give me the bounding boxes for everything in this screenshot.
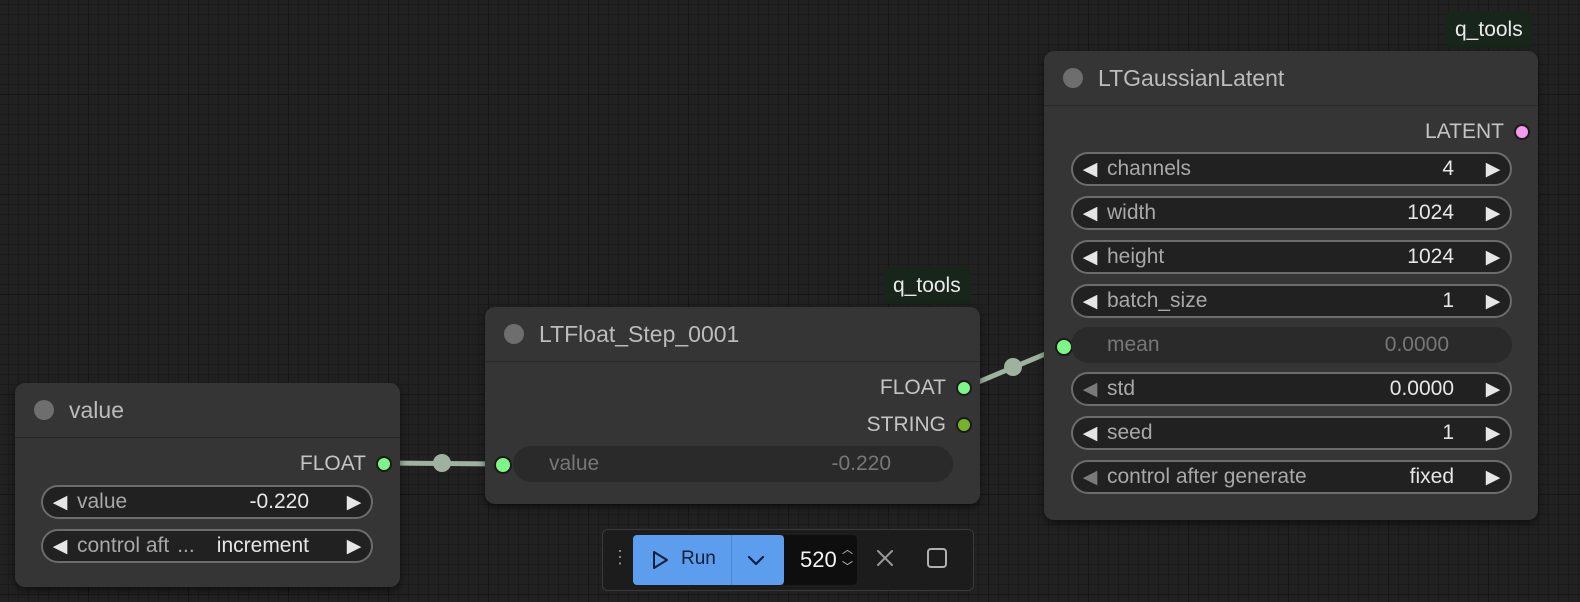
widget-value-text[interactable]: 1	[1442, 421, 1476, 445]
decrement-arrow-icon[interactable]: ◀	[1073, 378, 1107, 401]
widget-label: control aft	[77, 534, 170, 557]
widget-label: batch_size	[1107, 289, 1208, 312]
output-label: STRING	[866, 413, 946, 436]
widget-value-text[interactable]: 4	[1442, 157, 1476, 181]
run-button[interactable]: Run	[633, 535, 784, 585]
run-toolbar: ⋮⋮ Run 520 ︿ ﹀	[602, 529, 974, 591]
output-label: FLOAT	[299, 452, 366, 475]
widget-mean: mean 0.0000	[1071, 327, 1512, 363]
widget-value-text[interactable]: 1024	[1407, 201, 1476, 225]
widget-width[interactable]: ◀ width 1024 ▶	[1071, 196, 1512, 230]
output-label: LATENT	[1425, 120, 1504, 143]
widget-value-text[interactable]: 1	[1442, 289, 1476, 313]
label-ellipsis: ...	[177, 534, 195, 557]
widget-value-text[interactable]: 0.0000	[1390, 377, 1476, 401]
increment-arrow-icon[interactable]: ▶	[1476, 422, 1510, 445]
output-port[interactable]	[956, 380, 972, 396]
increment-arrow-icon[interactable]: ▶	[1476, 466, 1510, 489]
decrement-arrow-icon[interactable]: ◀	[43, 491, 77, 514]
increment-arrow-icon[interactable]: ▶	[1476, 246, 1510, 269]
output-latent[interactable]: LATENT	[1425, 117, 1538, 147]
widget-channels[interactable]: ◀ channels 4 ▶	[1071, 152, 1512, 186]
widget-height[interactable]: ◀ height 1024 ▶	[1071, 240, 1512, 274]
link-midpoint-handle	[433, 454, 451, 472]
widget-seed[interactable]: ◀ seed 1 ▶	[1071, 416, 1512, 450]
widget-value-text[interactable]: 1024	[1407, 245, 1476, 269]
widget-value[interactable]: ◀ value -0.220 ▶	[41, 485, 373, 519]
chevron-down-icon[interactable]	[745, 549, 767, 571]
widget-std[interactable]: ◀ std 0.0000 ▶	[1071, 372, 1512, 406]
node-header[interactable]: LTFloat_Step_0001	[485, 307, 980, 362]
output-port[interactable]	[1514, 124, 1530, 140]
decrement-arrow-icon[interactable]: ◀	[43, 535, 77, 558]
widget-label: std	[1107, 377, 1136, 400]
output-float[interactable]: FLOAT	[300, 449, 400, 479]
widget-label: seed	[1107, 421, 1153, 444]
widget-label: channels	[1107, 157, 1192, 180]
collapse-dot[interactable]	[504, 324, 524, 344]
input-port-value[interactable]	[494, 456, 512, 474]
node-title: value	[69, 396, 124, 423]
output-string[interactable]: STRING	[867, 410, 980, 440]
batch-count-input[interactable]: 520 ︿ ﹀	[784, 535, 857, 585]
collapse-dot[interactable]	[34, 400, 54, 420]
batch-count-value[interactable]: 520	[800, 547, 837, 573]
output-port[interactable]	[956, 417, 972, 433]
output-float[interactable]: FLOAT	[880, 373, 980, 403]
widget-value-text[interactable]: increment	[217, 534, 337, 558]
widget-value-text[interactable]: fixed	[1410, 465, 1476, 489]
node-gaussian-latent[interactable]: LTGaussianLatent LATENT ◀ channels 4 ▶ ◀…	[1044, 51, 1538, 520]
output-label: FLOAT	[879, 376, 946, 399]
play-icon	[653, 551, 668, 569]
node-title: LTGaussianLatent	[1098, 64, 1285, 91]
widget-control-after-generate[interactable]: ◀ control after generate fixed ▶	[1071, 460, 1512, 494]
decrement-arrow-icon[interactable]: ◀	[1073, 290, 1107, 313]
node-value[interactable]: value FLOAT ◀ value -0.220 ▶ ◀ control a…	[15, 383, 400, 587]
widget-label: height	[1107, 245, 1165, 268]
increment-arrow-icon[interactable]: ▶	[337, 491, 371, 514]
increment-arrow-icon[interactable]: ▶	[1476, 158, 1510, 181]
widget-value-text: -0.220	[831, 452, 891, 475]
widget-label: value	[549, 452, 600, 475]
decrement-arrow-icon[interactable]: ◀	[1073, 422, 1107, 445]
decrement-arrow-icon[interactable]: ◀	[1073, 202, 1107, 225]
widget-label: value	[77, 490, 128, 513]
run-label: Run	[681, 548, 716, 569]
widget-value-text[interactable]: -0.220	[249, 490, 337, 514]
decrement-arrow-icon[interactable]: ◀	[1073, 246, 1107, 269]
decrement-arrow-icon[interactable]: ◀	[1073, 158, 1107, 181]
output-port[interactable]	[376, 456, 392, 472]
link-midpoint-handle	[1004, 358, 1022, 376]
widget-control-after[interactable]: ◀ control aft ... increment ▶	[41, 529, 373, 563]
collapse-dot[interactable]	[1063, 68, 1083, 88]
node-badge: q_tools	[1445, 11, 1533, 48]
widget-label: control after generate	[1107, 465, 1307, 488]
increment-arrow-icon[interactable]: ▶	[1476, 378, 1510, 401]
increment-arrow-icon[interactable]: ▶	[1476, 290, 1510, 313]
increment-arrow-icon[interactable]: ▶	[1476, 202, 1510, 225]
increment-arrow-icon[interactable]: ▶	[337, 535, 371, 558]
close-icon[interactable]	[871, 544, 899, 572]
widget-value-input: value -0.220	[513, 446, 953, 482]
node-header[interactable]: LTGaussianLatent	[1044, 51, 1538, 106]
node-header[interactable]: value	[15, 383, 400, 438]
run-divider	[731, 535, 732, 585]
widget-value-text: 0.0000	[1384, 333, 1449, 356]
stop-square-icon[interactable]	[923, 544, 951, 572]
node-title: LTFloat_Step_0001	[539, 320, 740, 347]
decrement-arrow-icon[interactable]: ◀	[1073, 466, 1107, 489]
node-float-step[interactable]: LTFloat_Step_0001 FLOAT STRING value -0.…	[485, 307, 980, 504]
spinner-arrows-icon[interactable]: ︿ ﹀	[842, 542, 853, 576]
node-badge: q_tools	[883, 267, 971, 304]
widget-label: mean	[1107, 333, 1160, 356]
widget-batch-size[interactable]: ◀ batch_size 1 ▶	[1071, 284, 1512, 318]
widget-label: width	[1107, 201, 1157, 224]
